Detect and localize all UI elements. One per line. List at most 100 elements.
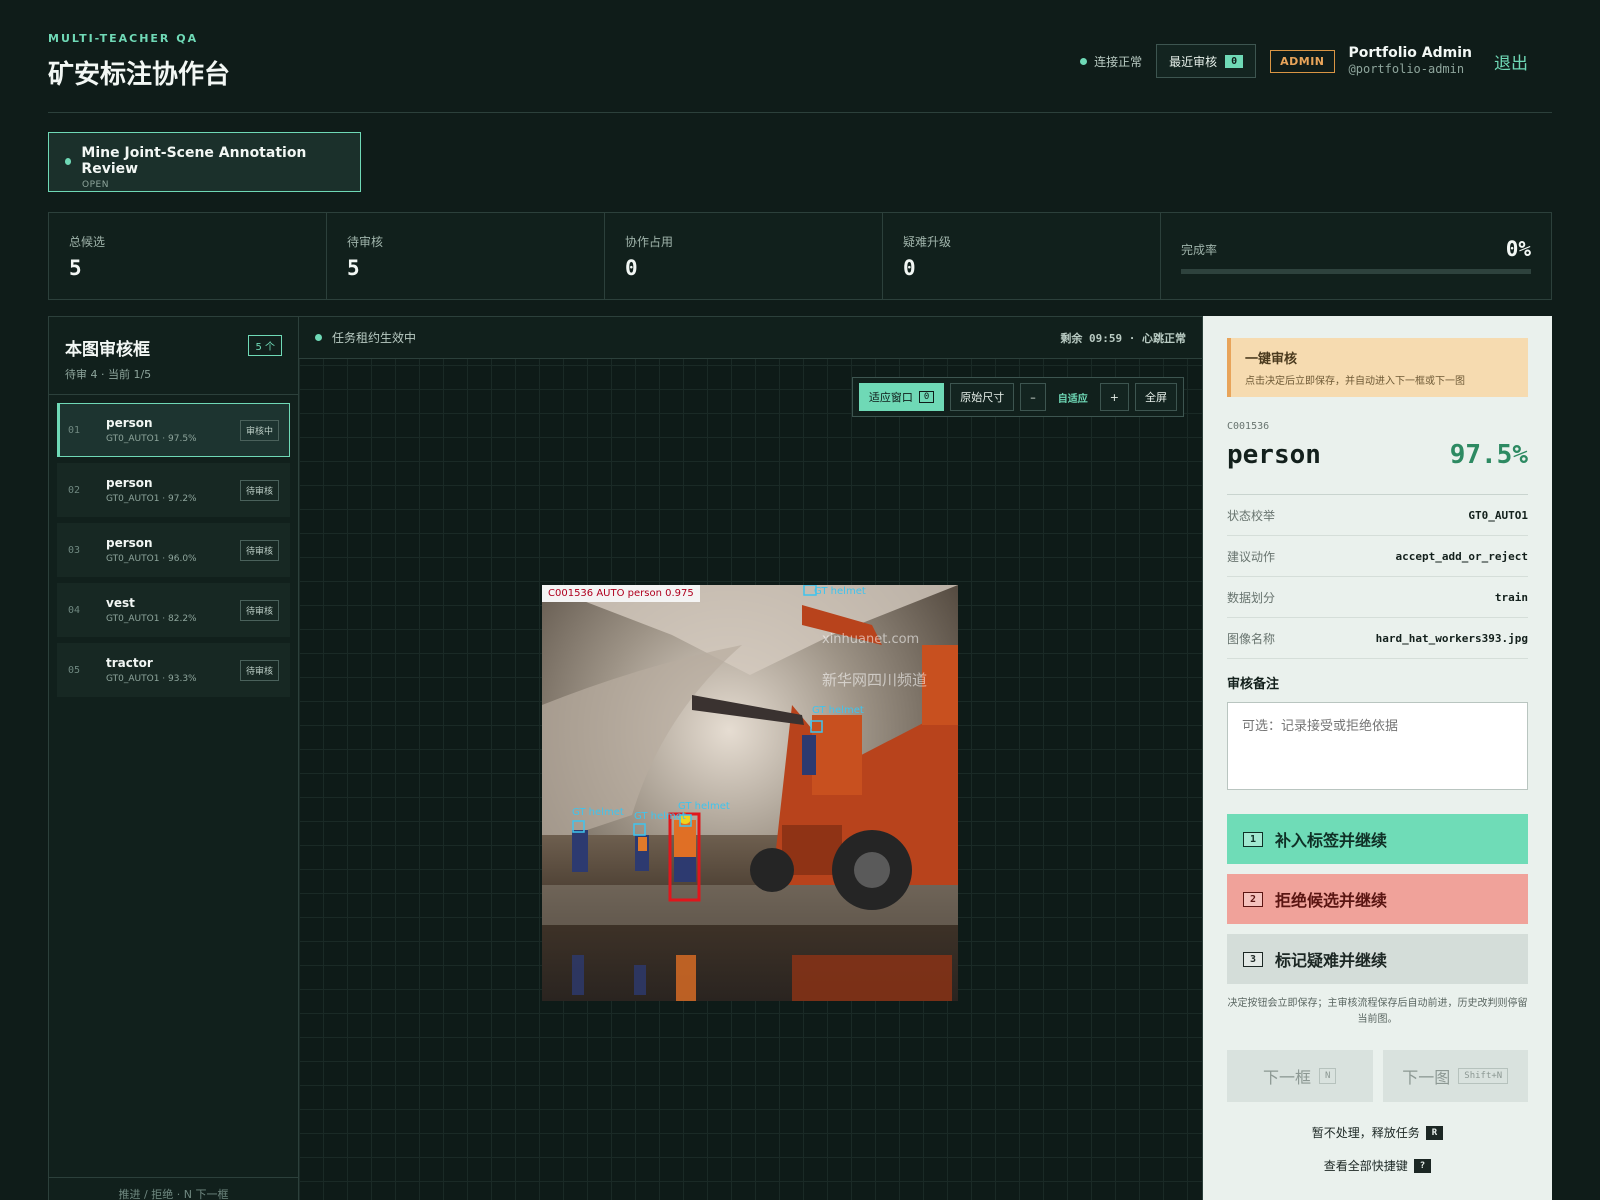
gt-label: GT helmet (678, 801, 730, 812)
candidate-index: 03 (68, 544, 81, 556)
zoom-in-button[interactable]: + (1099, 383, 1129, 411)
header-divider (48, 112, 1552, 113)
mark-hard-button[interactable]: 3 标记疑难并继续 (1227, 934, 1528, 984)
candidate-item-label: vest (106, 596, 135, 610)
watermark-2: 新华网四川频道 (822, 671, 927, 689)
next-box-label: 下一框 (1263, 1068, 1312, 1087)
complete-progress-bar (1181, 269, 1531, 274)
reject-button[interactable]: 2 拒绝候选并继续 (1227, 874, 1528, 924)
gt-label: GT helmet (814, 586, 866, 597)
candidate-list: 01 person GT0_AUTO1 · 97.5% 审核中 02 person GT0_… (49, 395, 298, 711)
accept-key: 1 (1243, 831, 1264, 847)
stat-locked: 协作占用 0 (605, 213, 883, 299)
candidate-detail-header: person 97.5% (1227, 440, 1528, 495)
candidate-body: person GT0_AUTO1 · 97.5% (106, 416, 240, 444)
candidate-count-badge: 5 个 (248, 335, 282, 356)
field-key: 建议动作 (1227, 549, 1276, 564)
action-note: 决定按钮会立即保存；主审核流程保存后自动前进，历史改判则停留当前图。 (1227, 998, 1528, 1025)
candidate-item[interactable]: 03 person GT0_AUTO1 · 96.0% 待审核 (57, 523, 290, 577)
fullscreen-button[interactable]: 全屏 (1135, 383, 1177, 411)
stat-value: 5 (69, 256, 82, 280)
role-badge: ADMIN (1270, 49, 1335, 73)
lease-dot-icon (315, 334, 322, 341)
reject-label: 拒绝候选并继续 (1275, 891, 1388, 910)
logout-link[interactable]: 退出 (1494, 49, 1528, 74)
zoom-mode-label: 自适应 (1057, 393, 1088, 405)
image-viewer: 任务租约生效中 剩余 09:59 · 心跳正常 适应窗口 0 原始尺寸 – 自适… (299, 316, 1203, 1200)
gt-label: GT helmet (812, 705, 864, 716)
candidate-state-badge: 待审核 (239, 659, 279, 681)
candidate-state-badge: 待审核 (239, 539, 279, 561)
next-image-key: Shift+N (1458, 1068, 1509, 1084)
zoom-out-button[interactable]: – (1020, 383, 1046, 411)
field-key: 数据划分 (1227, 590, 1276, 605)
candidate-item-meta: GT0_AUTO1 · 97.5% (106, 434, 197, 444)
candidate-fields: 状态校举 GT0_AUTO1 建议动作 accept_add_or_reject 数据划… (1227, 495, 1528, 659)
candidate-item[interactable]: 05 tractor GT0_AUTO1 · 93.3% 待审核 (57, 643, 290, 697)
complete-row: 完成率 0% (1181, 237, 1531, 261)
field-value: accept_add_or_reject (1395, 549, 1528, 563)
shortcuts-key: ? (1413, 1158, 1432, 1173)
next-box-key: N (1319, 1068, 1337, 1084)
reject-key: 2 (1243, 891, 1264, 907)
detection-tag: C001536 AUTO person 0.975 (542, 585, 700, 602)
candidate-body: vest GT0_AUTO1 · 82.2% (106, 596, 240, 624)
stat-label: 协作占用 (625, 235, 674, 249)
field-row: 建议动作 accept_add_or_reject (1227, 536, 1528, 577)
accept-button[interactable]: 1 补入标签并继续 (1227, 814, 1528, 864)
field-key: 图像名称 (1227, 631, 1276, 646)
field-value: hard_hat_workers393.jpg (1375, 631, 1528, 645)
review-panel: 一键审核 点击决定后立即保存，并自动进入下一框或下一图 C001536 pers… (1203, 316, 1552, 1200)
navigation-row: 下一框 N 下一图 Shift+N (1227, 1050, 1528, 1102)
original-size-button[interactable]: 原始尺寸 (950, 383, 1015, 411)
field-key: 状态校举 (1227, 508, 1276, 523)
header-actions: 连接正常 最近审核 0 ADMIN Portfolio Admin @portf… (1080, 44, 1528, 78)
candidate-item-label: person (106, 416, 153, 430)
candidate-state-badge: 待审核 (239, 599, 279, 621)
mine-scene-image[interactable]: xinhuanet.com 新华网四川频道 C001536 AUTO perso… (542, 585, 958, 1001)
viewer-status-bar: 任务租约生效中 剩余 09:59 · 心跳正常 (299, 317, 1202, 359)
stat-complete: 完成率 0% (1161, 213, 1551, 299)
stat-label: 总候选 (69, 235, 106, 249)
candidate-body: person GT0_AUTO1 · 97.2% (106, 476, 240, 504)
shortcuts-link[interactable]: 查看全部快捷键 ? (1227, 1157, 1528, 1174)
quick-review-hint: 一键审核 点击决定后立即保存，并自动进入下一框或下一图 (1227, 338, 1528, 397)
field-value: train (1494, 590, 1528, 604)
lease-status: 任务租约生效中 (315, 329, 416, 346)
candidate-index: 01 (68, 424, 81, 436)
recent-reviews-button[interactable]: 最近审核 0 (1156, 44, 1257, 78)
mark-hard-label: 标记疑难并继续 (1275, 951, 1388, 970)
candidate-item[interactable]: 04 vest GT0_AUTO1 · 82.2% 待审核 (57, 583, 290, 637)
candidate-item[interactable]: 01 person GT0_AUTO1 · 97.5% 审核中 (57, 403, 290, 457)
candidate-panel: 本图审核框 待审 4 · 当前 1/5 5 个 01 person GT0_AUTO… (48, 316, 299, 1200)
stat-escalated: 疑难升级 0 (883, 213, 1161, 299)
field-row: 数据划分 train (1227, 577, 1528, 618)
release-task-label: 暂不处理，释放任务 (1311, 1126, 1420, 1140)
candidate-item[interactable]: 02 person GT0_AUTO1 · 97.2% 待审核 (57, 463, 290, 517)
recent-count-badge: 0 (1225, 54, 1244, 68)
stat-label: 完成率 (1181, 242, 1218, 257)
lease-label: 任务租约生效中 (332, 331, 417, 345)
next-image-button[interactable]: 下一图 Shift+N (1382, 1050, 1528, 1102)
candidate-item-meta: GT0_AUTO1 · 82.2% (106, 614, 197, 624)
project-status: OPEN (82, 180, 109, 190)
stat-total: 总候选 5 (49, 213, 327, 299)
fit-window-button[interactable]: 适应窗口 0 (858, 383, 945, 411)
project-name: Mine Joint-Scene Annotation Review (81, 145, 307, 177)
gt-label: GT helmet (572, 807, 624, 818)
review-note-input[interactable] (1227, 702, 1528, 790)
mark-hard-key: 3 (1243, 951, 1264, 967)
candidate-state-badge: 审核中 (239, 419, 279, 441)
user-name: Portfolio Admin (1348, 44, 1472, 61)
mine-scene-svg: xinhuanet.com 新华网四川频道 (542, 585, 958, 1001)
project-tab[interactable]: Mine Joint-Scene Annotation Review OPEN (48, 132, 361, 192)
next-box-button[interactable]: 下一框 N (1227, 1050, 1373, 1102)
connection-status: 连接正常 (1080, 53, 1142, 70)
hint-text: 点击决定后立即保存，并自动进入下一框或下一图 (1245, 376, 1465, 387)
candidate-state-badge: 待审核 (239, 479, 279, 501)
candidate-index: 05 (68, 664, 81, 676)
stat-label: 疑难升级 (903, 235, 952, 249)
candidate-item-meta: GT0_AUTO1 · 93.3% (106, 674, 197, 684)
release-task-link[interactable]: 暂不处理，释放任务 R (1227, 1124, 1528, 1141)
candidate-id: C001536 (1227, 421, 1270, 432)
